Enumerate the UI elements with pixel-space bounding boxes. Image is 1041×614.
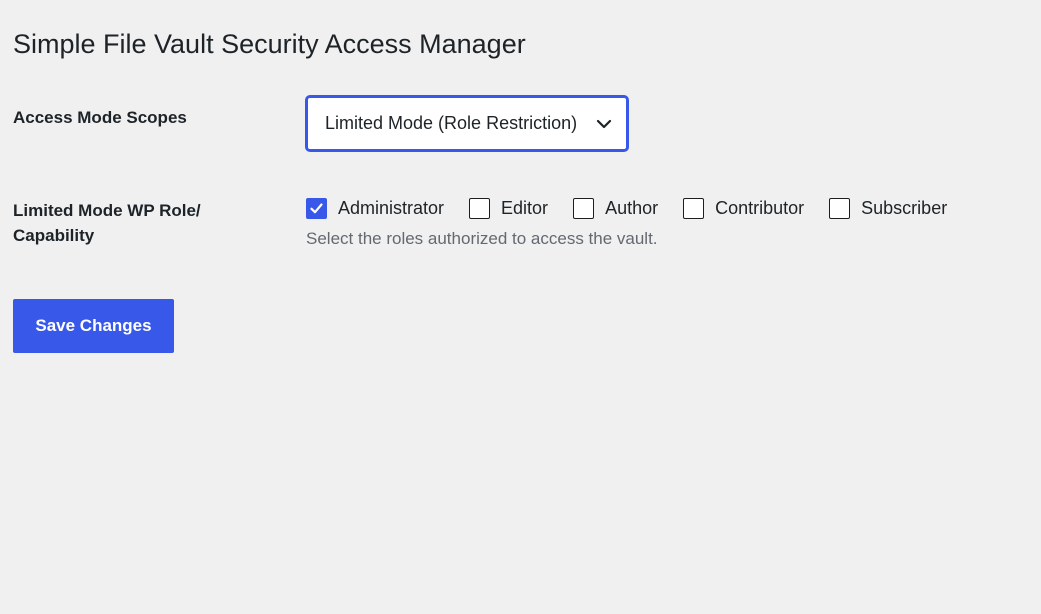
chevron-down-icon — [596, 119, 612, 129]
access-mode-selected-value: Limited Mode (Role Restriction) — [325, 113, 578, 133]
role-label-contributor: Contributor — [715, 198, 805, 218]
editor-checkbox[interactable] — [469, 197, 491, 219]
save-changes-button[interactable]: Save Changes — [13, 299, 174, 353]
role-label-author: Author — [605, 198, 659, 218]
role-option-author[interactable]: Author — [573, 196, 658, 220]
checkmark-icon — [310, 202, 323, 213]
roles-help-text: Select the roles authorized to access th… — [306, 229, 658, 248]
role-checkbox-group: Administrator Editor Author Contributor … — [306, 195, 972, 221]
role-option-administrator[interactable]: Administrator — [306, 196, 444, 220]
access-mode-label: Access Mode Scopes — [13, 108, 187, 127]
administrator-checkbox[interactable] — [306, 197, 327, 219]
page-title: Simple File Vault Security Access Manage… — [13, 29, 526, 59]
role-option-editor[interactable]: Editor — [469, 196, 548, 220]
role-option-contributor[interactable]: Contributor — [683, 196, 804, 220]
roles-label: Limited Mode WP Role/ Capability — [13, 201, 201, 245]
subscriber-checkbox[interactable] — [829, 197, 851, 219]
role-label-editor: Editor — [501, 198, 549, 218]
role-label-subscriber: Subscriber — [861, 198, 948, 218]
contributor-checkbox[interactable] — [683, 197, 705, 219]
access-mode-select[interactable]: Limited Mode (Role Restriction) — [306, 96, 628, 151]
role-option-subscriber[interactable]: Subscriber — [829, 196, 947, 220]
author-checkbox[interactable] — [573, 197, 595, 219]
role-label-administrator: Administrator — [338, 198, 445, 218]
